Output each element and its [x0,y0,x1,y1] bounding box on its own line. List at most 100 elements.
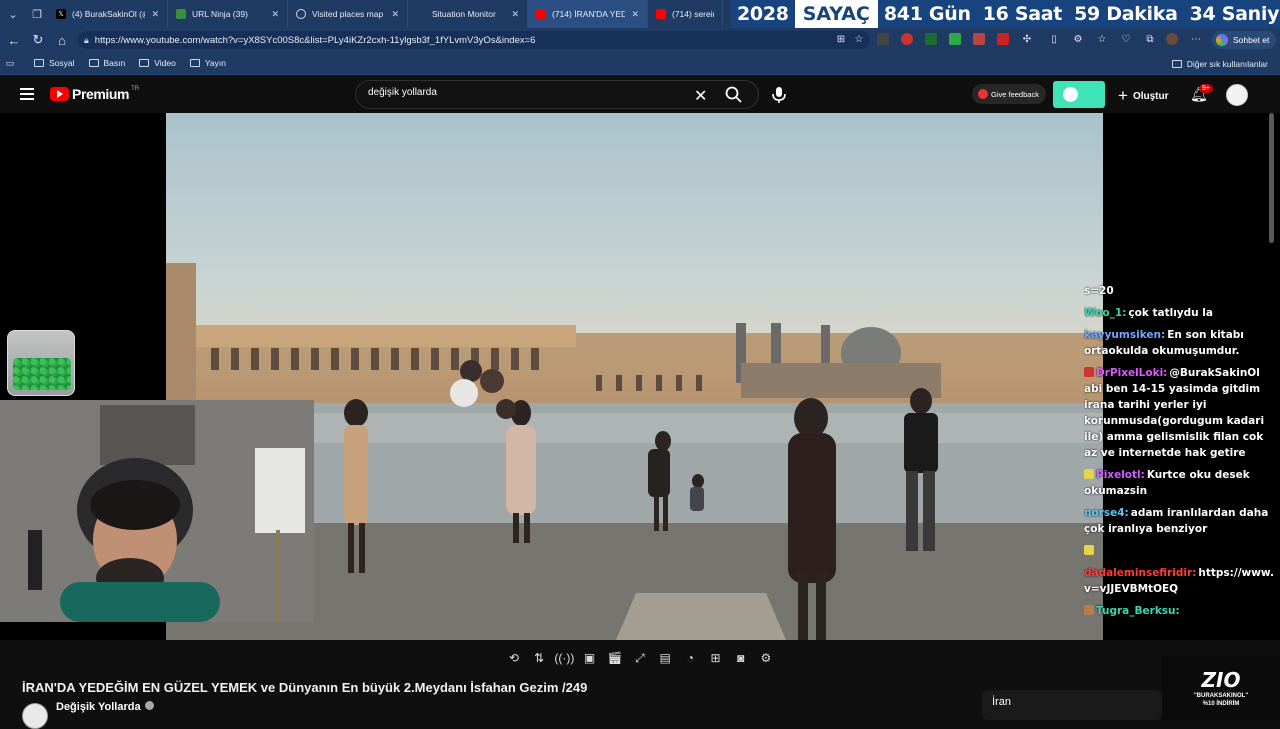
bookmark-folder-basin[interactable]: Basın [88,58,126,68]
account-avatar[interactable] [1226,84,1248,106]
chat-badge-icon [1084,469,1094,479]
hamburger-menu-icon[interactable] [20,88,34,100]
favorites-icon[interactable]: ☆ [1096,33,1108,45]
page-scrollbar[interactable] [1269,113,1274,243]
home-icon[interactable]: ⌂ [50,33,74,48]
bookmark-folder-yayin[interactable]: Yayın [189,58,226,68]
verified-check-icon [144,701,154,710]
tab-visited-places[interactable]: Visited places map edi ✕ [288,0,408,28]
bookmark-label: Basın [103,58,126,68]
chat-badge-icon [1084,545,1094,555]
chat-message: Woo_1: çok tatlıydu la [1084,305,1274,321]
heart-icon[interactable]: ♡ [1120,33,1132,45]
close-tab-icon[interactable]: ✕ [631,9,639,20]
extensions-puzzle-icon[interactable]: ✣ [1021,33,1033,45]
clear-search-icon[interactable]: ✕ [694,86,707,106]
chat-message: Pixelotl: Kurtce oku desek okumazsin [1084,467,1274,499]
resize-icon[interactable]: ⤢ [631,650,649,666]
youtube-logo[interactable]: Premium TR [50,86,139,102]
tab-active-video[interactable]: (714) İRAN'DA YEDEĞİM ✕ [528,0,648,28]
tab-situation-monitor[interactable]: Situation Monitor ✕ [408,0,528,28]
extension-icon[interactable] [973,33,985,45]
chat-username: dadaleminsefiridir: [1084,567,1197,579]
search-input[interactable] [368,87,668,98]
speed-gauge-icon[interactable]: ◔ [681,650,699,666]
settings-gear-icon[interactable]: ⚙ [757,650,775,666]
close-tab-icon[interactable]: ✕ [391,9,399,20]
counter-days: 841 Gün [883,3,971,25]
bookmark-folder-sosyal[interactable]: Sosyal [34,58,75,68]
folder-icon [1171,59,1182,68]
folder-icon [34,59,44,67]
settings-gear-icon[interactable]: ⚙ [1072,33,1084,45]
promo-discount: %10 İNDİRİM [1202,701,1240,707]
screenshot-camera-icon[interactable]: ◙ [732,650,750,666]
tab-menu-chevron-icon[interactable]: ⌄ [2,3,24,25]
bookmarks-menu-icon[interactable]: ▭ [0,58,20,69]
webcam-scene [0,400,314,622]
url-text: https://www.youtube.com/watch?v=yX8SYc00… [94,34,536,46]
close-tab-icon[interactable]: ✕ [151,9,159,20]
extension-icon[interactable] [877,33,889,45]
extension-toggle[interactable] [1053,81,1105,108]
extension-icon[interactable] [949,33,961,45]
extension-icon[interactable] [997,33,1009,45]
profile-avatar[interactable] [1166,33,1178,45]
channel-name[interactable]: Değişik Yollarda [56,701,154,713]
tab-serein-iran[interactable]: (714) serein iran [648,0,723,28]
clapper-icon[interactable]: 🎬︎ [606,650,624,666]
tab-url-ninja[interactable]: URL Ninja (39) ✕ [168,0,288,28]
related-search-chip[interactable]: İran [982,690,1162,720]
sort-arrows-icon[interactable]: ⇅ [530,650,548,666]
streamer-webcam [0,400,314,622]
channel-avatar[interactable] [22,703,48,729]
audio-waves-icon[interactable]: ((·)) [554,650,574,666]
split-screen-icon[interactable]: ▯ [1048,33,1060,45]
search-icon[interactable] [725,86,742,103]
give-feedback-button[interactable]: Give feedback [972,84,1046,104]
other-bookmarks[interactable]: Diğer sık kullanılanlar [1171,52,1268,75]
chat-username: kayyumsiken: [1084,329,1166,341]
extension-icon[interactable] [925,33,937,45]
lock-icon: 🔒︎ [84,34,89,45]
tab-twitter[interactable]: 𝕏 (4) BurakSakinOl (@bu ✕ [48,0,168,28]
add-frame-icon[interactable]: ⊞ [707,650,725,666]
collections-icon[interactable]: ⧉ [1144,33,1156,45]
reload-icon[interactable]: ↻ [26,32,50,48]
workspaces-icon[interactable]: ❐ [26,3,48,25]
extension-icon[interactable] [901,33,913,45]
tab-label: Situation Monitor [432,9,496,19]
youtube-icon [536,9,546,19]
region-code: TR [131,86,140,92]
loop-icon[interactable]: ⟲ [505,650,523,666]
tab-label: URL Ninja (39) [192,9,248,19]
subtitles-icon[interactable]: ▤ [656,650,674,666]
copilot-chat-button[interactable]: Sohbet et [1212,31,1276,49]
folder-icon [189,59,200,67]
bookmark-folder-video[interactable]: Video [139,58,176,68]
close-tab-icon[interactable]: ✕ [271,9,279,20]
url-field[interactable]: 🔒︎ https://www.youtube.com/watch?v=yX8SY… [78,31,870,49]
folder-icon [139,59,150,67]
close-tab-icon[interactable]: ✕ [511,9,519,20]
chat-message [1084,543,1274,559]
microphone-icon[interactable] [771,86,787,104]
back-icon[interactable]: ← [2,33,26,48]
sponsor-promo-overlay: ZIO "BURAKSAKINOL" %10 İNDİRİM [1162,656,1280,720]
donation-jar-widget [7,330,75,396]
folder-icon [88,59,99,67]
more-menu-icon[interactable]: ⋯ [1190,33,1202,45]
countdown-banner: 2028 SAYAÇ 841 Gün 16 Saat 59 Dakika 34 … [731,0,1280,28]
tab-label: (714) serein iran [672,9,714,19]
favorite-star-icon[interactable]: ☆ [853,33,865,45]
copilot-icon [1216,34,1228,46]
screen-record-icon[interactable]: ▣ [581,650,599,666]
app-available-icon[interactable]: ⊞ [835,33,847,45]
promo-code: "BURAKSAKINOL" [1193,693,1249,699]
create-button[interactable]: + Oluştur [1118,86,1169,106]
feedback-icon [978,89,988,99]
player-extension-controls: ⟲ ⇅ ((·)) ▣ 🎬︎ ⤢ ▤ ◔ ⊞ ◙ ⚙ [505,648,775,668]
chat-message: dadaleminsefiridir:https://www.youtube.c… [1084,565,1274,597]
related-search-label: İran [992,696,1011,708]
chat-text: s=20 [1084,285,1114,297]
